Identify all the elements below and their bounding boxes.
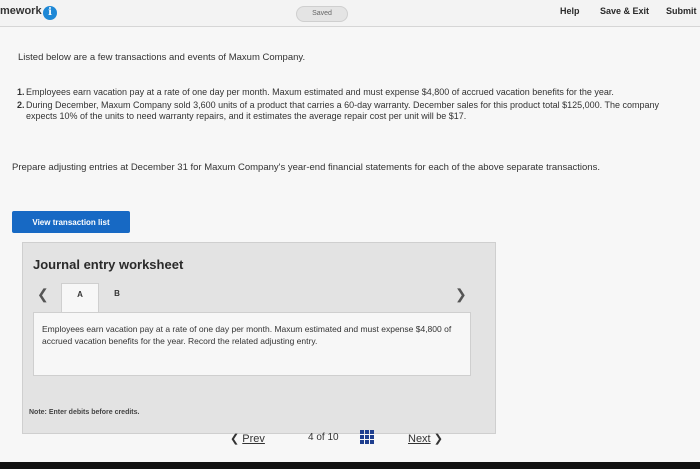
tab-a[interactable]: A — [61, 283, 99, 314]
top-bar: mework i Saved Help Save & Exit Submit — [0, 0, 700, 27]
transaction-list: 1. Employees earn vacation pay at a rate… — [12, 87, 680, 124]
worksheet-panel: Employees earn vacation pay at a rate of… — [33, 312, 471, 376]
journal-entry-worksheet: Journal entry worksheet ❮ A B ❯ Employee… — [22, 242, 496, 434]
list-item: 1. Employees earn vacation pay at a rate… — [12, 87, 680, 98]
item-text: Employees earn vacation pay at a rate of… — [26, 87, 614, 97]
worksheet-note: Note: Enter debits before credits. — [29, 409, 140, 416]
chevron-left-icon: ❮ — [230, 433, 240, 445]
next-label: Next — [408, 433, 431, 445]
next-button[interactable]: Next ❯ — [408, 432, 443, 445]
view-transaction-list-button[interactable]: View transaction list — [12, 211, 130, 233]
item-text: During December, Maxum Company sold 3,60… — [26, 100, 659, 121]
worksheet-description: Employees earn vacation pay at a rate of… — [42, 324, 452, 346]
item-number: 1. — [17, 87, 25, 97]
chevron-right-icon: ❯ — [433, 433, 443, 445]
submit-link[interactable]: Submit — [666, 6, 697, 16]
item-number: 2. — [17, 100, 25, 110]
chevron-right-icon[interactable]: ❯ — [455, 286, 467, 303]
list-item: 2. During December, Maxum Company sold 3… — [12, 100, 680, 122]
prev-label: Prev — [242, 433, 265, 445]
app-title: mework — [0, 5, 42, 17]
worksheet-title: Journal entry worksheet — [33, 257, 184, 272]
question-content: Listed below are a few transactions and … — [0, 27, 700, 463]
help-link[interactable]: Help — [560, 6, 580, 16]
page-indicator: 4 of 10 — [308, 432, 339, 443]
info-icon[interactable]: i — [43, 6, 57, 20]
intro-text: Listed below are a few transactions and … — [18, 52, 306, 63]
bottom-edge — [0, 462, 700, 469]
grid-icon[interactable] — [360, 430, 374, 444]
tab-b[interactable]: B — [99, 283, 135, 311]
save-exit-link[interactable]: Save & Exit — [600, 6, 649, 16]
prev-button[interactable]: ❮ Prev — [230, 432, 265, 445]
instructions-text: Prepare adjusting entries at December 31… — [12, 162, 600, 173]
saved-status: Saved — [296, 6, 348, 22]
pagination: ❮ Prev 4 of 10 Next ❯ — [230, 427, 490, 451]
chevron-left-icon[interactable]: ❮ — [37, 286, 49, 303]
